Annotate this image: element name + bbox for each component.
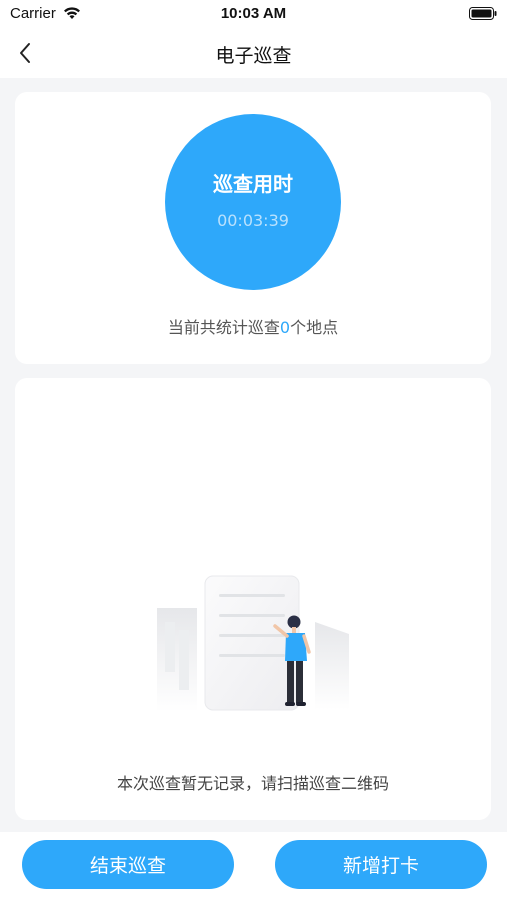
page-title: 电子巡查 <box>215 45 292 67</box>
location-count-line: 当前共统计巡查0个地点 <box>15 314 491 338</box>
count-prefix: 当前共统计巡查 <box>167 318 280 337</box>
records-card: 本次巡查暂无记录，请扫描巡查二维码 <box>15 378 491 820</box>
nav-bar: 电子巡查 <box>0 28 507 78</box>
summary-card: 巡查用时 00:03:39 当前共统计巡查0个地点 <box>15 92 491 364</box>
clock: 10:03 AM <box>220 5 287 22</box>
empty-records-text: 本次巡查暂无记录，请扫描巡查二维码 <box>116 774 389 793</box>
timer-value: 00:03:39 <box>217 211 289 230</box>
empty-records-illustration <box>157 575 349 712</box>
bottom-action-bar: 结束巡查 新增打卡 <box>0 832 507 900</box>
battery-icon <box>469 7 497 20</box>
status-bar: Carrier 10:03 AM <box>0 0 507 28</box>
location-count: 0 <box>279 318 291 337</box>
add-checkin-button[interactable]: 新增打卡 <box>275 840 487 889</box>
timer-label: 巡查用时 <box>213 172 293 196</box>
timer-circle: 巡查用时 00:03:39 <box>165 114 341 290</box>
count-suffix: 个地点 <box>290 318 339 337</box>
end-patrol-button[interactable]: 结束巡查 <box>22 840 234 889</box>
